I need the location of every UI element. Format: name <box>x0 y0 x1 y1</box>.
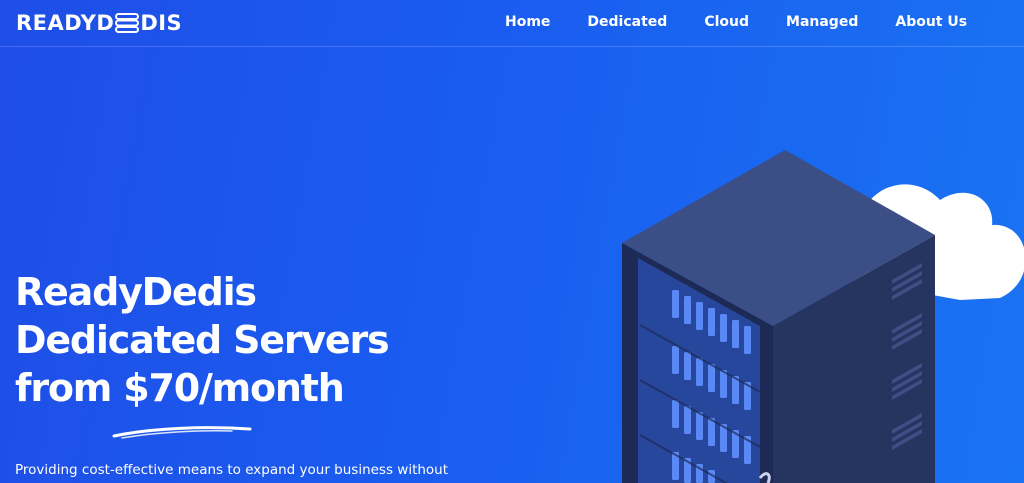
nav-item-about-us[interactable]: About Us <box>895 12 967 32</box>
top-navigation-bar: READYD DIS Home Dedicated Cloud Managed … <box>0 0 1024 47</box>
hero-title-line2: Dedicated Servers <box>15 318 390 362</box>
hero-illustration <box>622 150 1024 483</box>
main-nav: Home Dedicated Cloud Managed About Us <box>505 12 1004 32</box>
hero-title: ReadyDedis Dedicated Servers from $70/mo… <box>15 268 390 412</box>
hero-price: $70/month <box>123 366 345 410</box>
hero-title-prefix: from <box>15 366 124 410</box>
nav-item-managed[interactable]: Managed <box>786 12 858 32</box>
price-underline-swoosh <box>112 426 252 439</box>
nav-item-cloud[interactable]: Cloud <box>704 12 749 32</box>
brand-logo[interactable]: READYD DIS <box>16 10 182 36</box>
server-stack-icon <box>115 13 140 33</box>
hero-title-line3: from $70/month <box>15 364 388 412</box>
brand-name-part1: READYD <box>16 11 115 35</box>
nav-item-home[interactable]: Home <box>505 12 550 32</box>
brand-name-part2: DIS <box>140 11 183 35</box>
hero-subtitle: Providing cost-effective means to expand… <box>15 462 449 478</box>
hero-title-line1: ReadyDedis <box>15 270 257 314</box>
nav-item-dedicated[interactable]: Dedicated <box>587 12 667 32</box>
